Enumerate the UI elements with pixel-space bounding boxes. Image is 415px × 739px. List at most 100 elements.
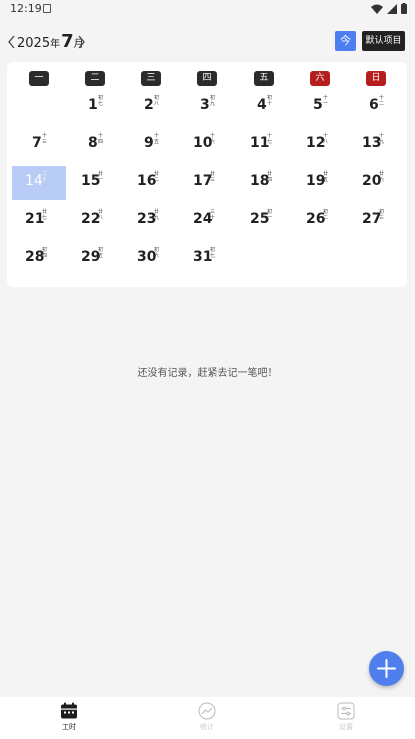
day-number: 7 [32, 135, 42, 151]
day-number: 5 [313, 97, 323, 113]
status-icons [371, 3, 407, 14]
day-cell[interactable]: 24 三十 [180, 204, 234, 238]
lunar-date: 初二 [323, 209, 329, 221]
nav-item-settings[interactable]: 设置 [316, 702, 376, 736]
day-cell[interactable]: 13 十九 [349, 128, 403, 162]
day-cell[interactable]: 18 廿四 [237, 166, 291, 200]
lunar-date: 十四 [98, 133, 104, 145]
day-number: 14 [25, 173, 43, 189]
lunar-date: 十三 [42, 133, 48, 145]
day-cell[interactable]: 21 廿七 [12, 204, 66, 238]
day-cell[interactable]: 9 十五 [124, 128, 178, 162]
month-text: 7 [61, 31, 74, 52]
lunar-date: 廿二 [154, 171, 160, 183]
weekday-label: 四 [197, 71, 217, 86]
lunar-date: 廿八 [98, 209, 104, 221]
lunar-date: 初七 [98, 95, 104, 107]
day-cell[interactable]: 12 十八 [293, 128, 347, 162]
day-number: 9 [144, 135, 154, 151]
chevron-right-icon[interactable] [76, 34, 86, 50]
lunar-date: 初五 [98, 247, 104, 259]
year-suffix: 年 [50, 39, 61, 50]
day-cell[interactable]: 27 初三 [349, 204, 403, 238]
lunar-date: 初三 [379, 209, 385, 221]
day-number: 4 [257, 97, 267, 113]
plus-icon [377, 659, 396, 678]
lunar-date: 廿五 [323, 171, 329, 183]
day-cell[interactable]: 16 廿二 [124, 166, 178, 200]
empty-message: 还没有记录，赶紧去记一笔吧！ [137, 368, 278, 379]
lunar-date: 二十 [42, 171, 48, 183]
day-cell[interactable]: 4 初十 [237, 90, 291, 124]
project-button[interactable]: 默认项目 [362, 31, 405, 51]
weekday-label: 一 [29, 71, 49, 86]
day-cell[interactable]: 17 廿三 [180, 166, 234, 200]
weekday-label: 日 [366, 71, 386, 86]
lunar-date: 初一 [267, 209, 273, 221]
today-button[interactable]: 今 [335, 31, 356, 51]
day-cell[interactable]: 26 初二 [293, 204, 347, 238]
chevron-left-icon[interactable] [7, 34, 17, 50]
day-cell[interactable]: 5 十一 [293, 90, 347, 124]
bottom-nav: 工时 统计 设置 [0, 697, 415, 739]
nav-item-stats[interactable]: 统计 [177, 702, 237, 736]
battery-icon [401, 3, 407, 14]
day-cell[interactable]: 14 二十 [12, 166, 66, 200]
day-cell[interactable]: 7 十三 [12, 128, 66, 162]
day-cell[interactable]: 22 廿八 [68, 204, 122, 238]
status-time: 12:19 [10, 2, 42, 15]
month-title[interactable]: 2025 年 7 月 [17, 31, 84, 52]
wifi-icon [371, 4, 383, 14]
add-record-button[interactable] [369, 651, 404, 686]
day-cell[interactable]: 25 初一 [237, 204, 291, 238]
lunar-date: 廿四 [267, 171, 273, 183]
lunar-date: 初四 [42, 247, 48, 259]
settings-icon [337, 702, 355, 720]
notification-icon [43, 4, 51, 13]
calendar: 一二三四五六日 1 初七 2 初八 3 初九 4 初十 5 十一 6 十二 7 十三 8 十四 9 十五 10 十六 1… [7, 62, 407, 287]
chart-icon [198, 702, 216, 720]
lunar-date: 廿三 [210, 171, 216, 183]
day-cell[interactable]: 30 初六 [124, 242, 178, 276]
lunar-date: 十一 [323, 95, 329, 107]
day-number: 6 [369, 97, 379, 113]
calendar-icon [61, 702, 77, 719]
day-cell[interactable]: 31 初七 [180, 242, 234, 276]
lunar-date: 十六 [210, 133, 216, 145]
weekday-label: 二 [85, 71, 105, 86]
day-cell[interactable]: 2 初八 [124, 90, 178, 124]
year-text: 2025 [17, 36, 51, 51]
day-cell[interactable]: 1 初七 [68, 90, 122, 124]
nav-label-settings: 设置 [339, 723, 353, 731]
lunar-date: 初十 [267, 95, 273, 107]
day-cell[interactable]: 28 初四 [12, 242, 66, 276]
signal-icon [387, 3, 397, 14]
nav-label-stats: 统计 [200, 723, 214, 731]
nav-item-worktime[interactable]: 工时 [39, 702, 99, 736]
day-cell[interactable]: 8 十四 [68, 128, 122, 162]
day-cell[interactable]: 6 十二 [349, 90, 403, 124]
day-cell[interactable]: 29 初五 [68, 242, 122, 276]
weekday-row: 一二三四五六日 [7, 71, 407, 87]
day-number: 2 [144, 97, 154, 113]
lunar-date: 初八 [154, 95, 160, 107]
weekday-label: 五 [254, 71, 274, 86]
day-number: 8 [88, 135, 98, 151]
lunar-date: 十二 [379, 95, 385, 107]
day-cell[interactable]: 20 廿六 [349, 166, 403, 200]
lunar-date: 廿一 [98, 171, 104, 183]
day-number: 3 [200, 97, 210, 113]
day-cell[interactable]: 11 十七 [237, 128, 291, 162]
lunar-date: 初七 [210, 247, 216, 259]
lunar-date: 廿九 [154, 209, 160, 221]
day-cell[interactable]: 19 廿五 [293, 166, 347, 200]
lunar-date: 廿七 [42, 209, 48, 221]
day-cell[interactable]: 23 廿九 [124, 204, 178, 238]
day-number: 1 [88, 97, 98, 113]
day-cell[interactable]: 15 廿一 [68, 166, 122, 200]
day-cell[interactable]: 3 初九 [180, 90, 234, 124]
day-cell[interactable]: 10 十六 [180, 128, 234, 162]
lunar-date: 初六 [154, 247, 160, 259]
lunar-date: 初九 [210, 95, 216, 107]
lunar-date: 十八 [323, 133, 329, 145]
